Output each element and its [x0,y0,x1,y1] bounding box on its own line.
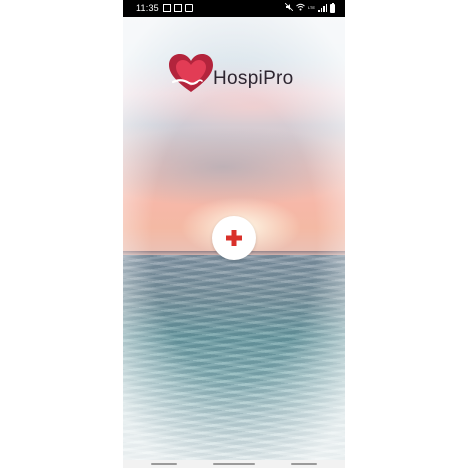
app-logo: HospiPro [167,52,294,96]
app-name: HospiPro [213,68,294,89]
network-type: LTE [308,6,315,10]
plus-icon [226,230,242,246]
signal-icon [318,4,327,12]
image-icon [163,4,171,12]
home-button[interactable] [213,463,255,465]
background-image: HospiPro [123,17,345,460]
navigation-bar [123,460,345,468]
add-button[interactable] [212,216,256,260]
system-icons: LTE [284,2,335,13]
mute-icon [284,2,294,13]
network-label: LTE [307,5,315,10]
back-button[interactable] [291,463,317,465]
sea [123,255,345,460]
status-bar: 11:35 LTE [123,0,345,17]
save-icon [185,4,193,12]
recents-button[interactable] [151,463,177,465]
battery-icon [330,2,335,13]
notification-icons [163,4,193,12]
heart-hand-icon [169,54,213,92]
sim-icon [174,4,182,12]
phone-screen: 11:35 LTE HospiPro [123,0,345,468]
status-time: 11:35 [136,3,159,13]
wifi-icon [296,3,305,13]
